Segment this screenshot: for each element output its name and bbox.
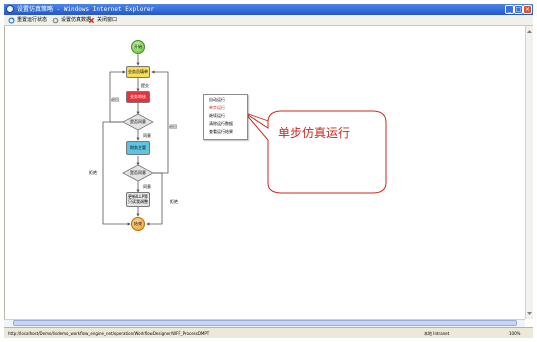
status-zone: 本地 Intranet [424, 331, 450, 336]
start-label: 开始 [134, 43, 142, 49]
submit-edge-label: 提交 [141, 83, 149, 88]
callout-text: 单步仿真运行 [278, 126, 351, 140]
decision-1-label: 是否同意 [130, 119, 146, 124]
agree-2-label: 同意 [143, 184, 151, 189]
reject-right-label: 拒绝 [170, 199, 178, 204]
step-clerk-fill-form[interactable]: 业务员填单 [126, 66, 150, 78]
step-finance-manager[interactable]: 财务主管 [126, 141, 150, 155]
status-bar: http://localhost/Demo/lisdemo_workflow_e… [4, 327, 533, 338]
menu-item-continue-run[interactable]: 继续运行 [209, 112, 225, 120]
back-right-label: 退回 [169, 124, 177, 129]
step-business-review-label: 业务审核 [130, 93, 146, 99]
menu-item-clear-run-data[interactable]: 清除运行数据 [209, 120, 233, 128]
menu-item-auto-run[interactable]: 自动运行 [209, 96, 225, 104]
agree-1-label: 同意 [143, 133, 151, 138]
reject-left-label: 拒绝 [89, 170, 97, 175]
end-label: 结束 [134, 220, 142, 226]
step-business-review[interactable]: 业务审核 [126, 91, 150, 103]
menu-item-step-run[interactable]: 单步运行 [209, 104, 225, 112]
step-update-records[interactable]: 更新ILLP等 只读我调整 [126, 192, 150, 207]
decision-2-label: 是否同意 [130, 170, 146, 175]
step-finance-manager-label: 财务主管 [130, 144, 146, 150]
flowchart-connectors [102, 54, 387, 226]
status-url: http://localhost/Demo/lisdemo_workflow_e… [8, 331, 210, 336]
end-node[interactable]: 结束 [131, 217, 145, 231]
step-update-records-label: 更新ILLP等 只读我调整 [127, 194, 149, 204]
start-node[interactable]: 开始 [131, 40, 145, 54]
menu-item-view-run-results[interactable]: 查看运行结果 [209, 128, 233, 136]
status-zoom[interactable]: 100% [509, 328, 520, 339]
back-left-label: 退回 [111, 97, 119, 102]
step-clerk-fill-form-label: 业务员填单 [128, 68, 148, 74]
